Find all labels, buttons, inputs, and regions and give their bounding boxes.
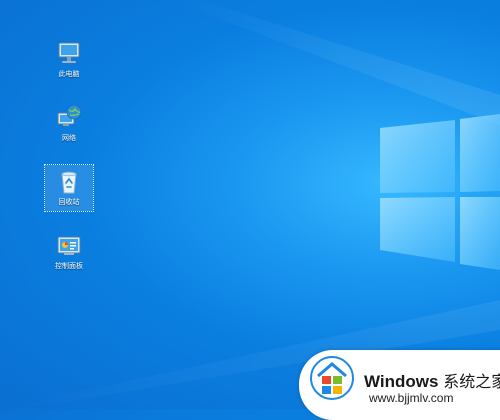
desktop-icon-recycle-bin[interactable]: 回收站 [44,164,94,212]
control-panel-icon [57,236,81,255]
desktop-icon-control-panel[interactable]: 控制面板 [45,232,93,271]
desktop[interactable]: 此电脑 网络 回收站 控制面板 [0,0,500,409]
desktop-icon-label: 控制面板 [55,262,83,270]
watermark-brand: Windows [364,372,439,391]
watermark-url: www.bjjmlv.com [369,391,454,405]
network-icon [57,104,82,126]
computer-icon [58,42,80,63]
desktop-icon-label: 网络 [62,134,76,142]
desktop-icon-label: 回收站 [58,198,80,206]
site-watermark: Windows 系统之家 www.bjjmlv.com [299,350,500,420]
desktop-icon-this-pc[interactable]: 此电脑 [45,40,93,79]
windows-flag-icon [310,356,354,400]
desktop-icon-network[interactable]: 网络 [45,104,93,143]
watermark-title: Windows 系统之家 [364,368,500,392]
desktop-icon-label: 此电脑 [58,70,80,78]
recycle-bin-icon [61,171,77,194]
watermark-suffix: 系统之家 [443,374,500,391]
